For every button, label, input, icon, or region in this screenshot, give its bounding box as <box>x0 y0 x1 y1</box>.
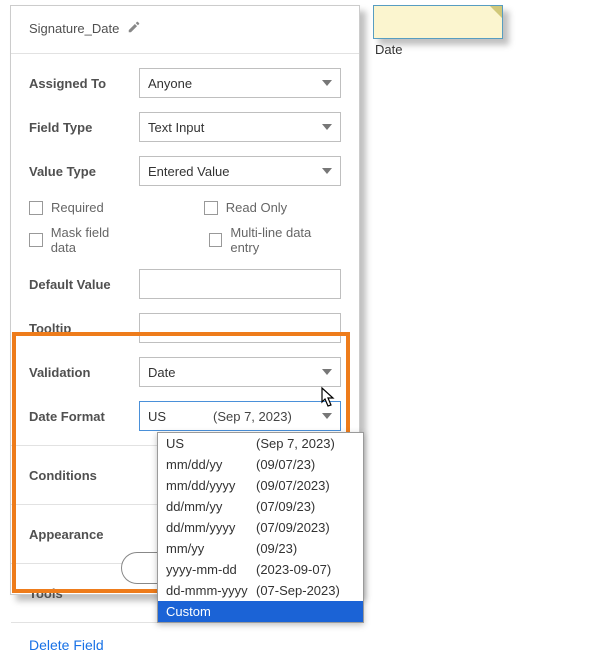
date-format-option[interactable]: mm/dd/yy(09/07/23) <box>158 454 363 475</box>
default-value-input[interactable] <box>139 269 341 299</box>
date-format-option[interactable]: mm/dd/yyyy(09/07/2023) <box>158 475 363 496</box>
field-type-label: Field Type <box>29 120 139 135</box>
validation-value: Date <box>148 365 175 380</box>
tooltip-input[interactable] <box>139 313 341 343</box>
date-format-option[interactable]: dd/mm/yy(07/09/23) <box>158 496 363 517</box>
validation-label: Validation <box>29 365 139 380</box>
value-type-value: Entered Value <box>148 164 229 179</box>
chevron-down-icon <box>322 168 332 174</box>
date-format-label: Date Format <box>29 409 139 424</box>
field-name: Signature_Date <box>29 21 119 36</box>
default-value-label: Default Value <box>29 277 139 292</box>
value-type-label: Value Type <box>29 164 139 179</box>
chevron-down-icon <box>322 124 332 130</box>
form-field-preview[interactable] <box>373 5 503 39</box>
assigned-to-label: Assigned To <box>29 76 139 91</box>
pencil-icon[interactable] <box>127 20 141 37</box>
date-format-option[interactable]: US(Sep 7, 2023) <box>158 433 363 454</box>
delete-field-link[interactable]: Delete Field <box>29 637 104 653</box>
chevron-down-icon <box>322 369 332 375</box>
field-type-select[interactable]: Text Input <box>139 112 341 142</box>
separator <box>11 53 359 54</box>
date-format-option[interactable]: mm/yy(09/23) <box>158 538 363 559</box>
validation-select[interactable]: Date <box>139 357 341 387</box>
checkbox-icon <box>209 233 223 247</box>
checkbox-icon <box>204 201 218 215</box>
chevron-down-icon <box>322 80 332 86</box>
readonly-label: Read Only <box>226 200 287 215</box>
date-format-value: US <box>148 409 213 424</box>
field-type-value: Text Input <box>148 120 204 135</box>
multiline-label: Multi-line data entry <box>230 225 341 255</box>
multiline-checkbox[interactable]: Multi-line data entry <box>209 225 341 255</box>
corner-fold-icon <box>490 6 502 18</box>
required-label: Required <box>51 200 104 215</box>
mask-label: Mask field data <box>51 225 136 255</box>
tooltip-label: Tooltip <box>29 321 139 336</box>
assigned-to-value: Anyone <box>148 76 192 91</box>
mask-checkbox[interactable]: Mask field data <box>29 225 136 255</box>
date-format-dropdown: US(Sep 7, 2023)mm/dd/yy(09/07/23)mm/dd/y… <box>157 432 364 623</box>
checkbox-icon <box>29 201 43 215</box>
form-field-label: Date <box>375 42 402 57</box>
checkbox-icon <box>29 233 43 247</box>
value-type-select[interactable]: Entered Value <box>139 156 341 186</box>
field-properties-panel: Signature_Date Assigned To Anyone Field … <box>10 5 360 595</box>
assigned-to-select[interactable]: Anyone <box>139 68 341 98</box>
date-format-option[interactable]: Custom <box>158 601 363 622</box>
chevron-down-icon <box>322 413 332 419</box>
date-format-option[interactable]: dd-mmm-yyyy(07-Sep-2023) <box>158 580 363 601</box>
date-format-example: (Sep 7, 2023) <box>213 409 292 424</box>
date-format-option[interactable]: dd/mm/yyyy(07/09/2023) <box>158 517 363 538</box>
date-format-option[interactable]: yyyy-mm-dd(2023-09-07) <box>158 559 363 580</box>
date-format-select[interactable]: US (Sep 7, 2023) <box>139 401 341 431</box>
required-checkbox[interactable]: Required <box>29 200 104 215</box>
readonly-checkbox[interactable]: Read Only <box>204 200 287 215</box>
